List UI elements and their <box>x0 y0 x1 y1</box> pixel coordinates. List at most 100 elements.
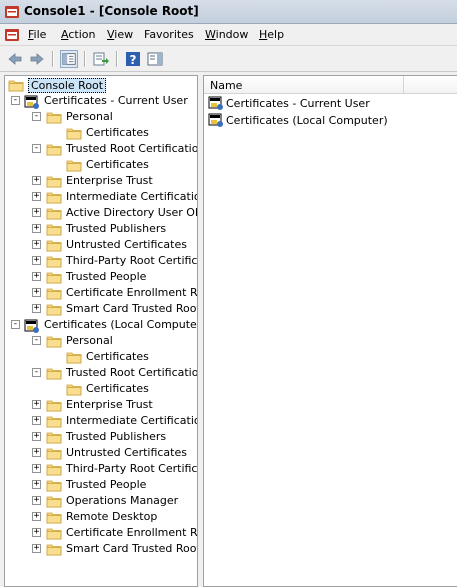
certificate-snapin-icon <box>208 96 223 110</box>
tree-item[interactable]: + Intermediate Certification Authorities <box>5 189 197 205</box>
tree-item[interactable]: + Third-Party Root Certification Authorit… <box>5 253 198 269</box>
expand-icon[interactable]: + <box>32 240 41 249</box>
expand-icon[interactable]: + <box>32 208 41 217</box>
expand-icon[interactable]: + <box>32 512 41 521</box>
certificate-snapin-icon <box>208 113 223 127</box>
tree-item-label: Trusted Root Certification Authorities <box>66 366 198 379</box>
results-pane[interactable]: Name Certificates - Current User Certifi… <box>203 75 457 587</box>
collapse-icon[interactable]: - <box>32 112 41 121</box>
folder-icon <box>66 382 82 396</box>
back-icon[interactable] <box>6 50 24 68</box>
expand-icon[interactable]: + <box>32 480 41 489</box>
menu-file[interactable]: File <box>28 28 46 41</box>
tree-item-label: Personal <box>66 110 113 123</box>
tree-item-label: Trusted Publishers <box>66 222 167 235</box>
tree-item-label: Certificates <box>86 126 149 139</box>
tree-item[interactable]: - Trusted Root Certification Authorities <box>5 141 197 157</box>
folder-icon <box>46 462 62 476</box>
tree-item[interactable]: Console Root <box>5 77 195 93</box>
tree-item[interactable]: Certificates <box>5 125 195 141</box>
show-hide-tree-icon[interactable] <box>60 50 78 68</box>
expand-icon[interactable]: + <box>32 224 41 233</box>
tree-item[interactable]: + Certificate Enrollment Requests <box>5 525 197 541</box>
collapse-icon[interactable]: - <box>32 144 41 153</box>
expand-icon[interactable]: + <box>32 272 41 281</box>
help-icon[interactable]: ? <box>124 50 142 68</box>
tree-item[interactable]: + Enterprise Trust <box>5 397 195 413</box>
collapse-icon[interactable]: - <box>32 336 41 345</box>
menu-help[interactable]: Help <box>259 28 284 41</box>
expand-icon[interactable]: + <box>32 528 41 537</box>
forward-icon[interactable] <box>28 50 46 68</box>
tree-item[interactable]: + Operations Manager <box>5 493 195 509</box>
menu-window[interactable]: Window <box>205 28 248 41</box>
tree-item-label: Smart Card Trusted Roots <box>66 302 198 315</box>
tree-item[interactable]: + Smart Card Trusted Roots <box>5 301 198 317</box>
toolbar-separator <box>84 51 86 67</box>
expand-icon[interactable]: + <box>32 432 41 441</box>
expand-icon[interactable]: + <box>32 544 41 553</box>
column-header-name[interactable]: Name <box>210 79 242 92</box>
tree-item[interactable]: + Third-Party Root Certification Authorit… <box>5 461 197 477</box>
tree-item[interactable]: Certificates <box>5 157 195 173</box>
tree-item[interactable]: Certificates <box>5 381 195 397</box>
tree-item-label: Certificate Enrollment Requests <box>66 286 198 299</box>
tree-item[interactable]: + Untrusted Certificates <box>5 445 195 461</box>
tree-item[interactable]: + Trusted People <box>5 477 195 493</box>
toolbar-separator <box>52 51 54 67</box>
tree-item[interactable]: + Remote Desktop <box>5 509 195 525</box>
folder-icon <box>46 510 62 524</box>
tree-item[interactable]: + Trusted Publishers <box>5 221 195 237</box>
export-list-icon[interactable] <box>92 50 110 68</box>
console-tree-pane[interactable]: Console Root - Certificates - Current User… <box>4 75 198 587</box>
tree-item[interactable]: + Active Directory User Object <box>5 205 197 221</box>
expand-icon[interactable]: + <box>32 496 41 505</box>
expand-icon[interactable]: + <box>32 256 41 265</box>
folder-icon <box>46 206 62 220</box>
expand-icon[interactable]: + <box>32 400 41 409</box>
expand-icon[interactable]: + <box>32 192 41 201</box>
tree-item[interactable]: Certificates <box>5 349 195 365</box>
tree-item-label: Intermediate Certification Authorities <box>66 414 197 427</box>
tree-item[interactable]: + Enterprise Trust <box>5 173 195 189</box>
tree-item-label: Smart Card Trusted Roots <box>66 542 198 555</box>
expand-icon[interactable]: + <box>32 464 41 473</box>
window-title: Console1 - [Console Root] <box>24 4 199 18</box>
menu-action[interactable]: Action <box>61 28 95 41</box>
collapse-icon[interactable]: - <box>11 320 20 329</box>
tree-item-label: Trusted People <box>66 270 147 283</box>
list-header: Name <box>204 76 457 94</box>
tree-item[interactable]: + Trusted Publishers <box>5 429 195 445</box>
collapse-icon[interactable]: - <box>32 368 41 377</box>
menu-view[interactable]: View <box>107 28 133 41</box>
tree-item[interactable]: + Smart Card Trusted Roots <box>5 541 198 557</box>
column-divider[interactable] <box>403 76 404 93</box>
tree-item[interactable]: + Untrusted Certificates <box>5 237 195 253</box>
tree-item[interactable]: - Certificates (Local Computer) <box>5 317 197 333</box>
folder-icon <box>46 254 62 268</box>
tree-item[interactable]: - Personal <box>5 333 195 349</box>
tree-item[interactable]: + Intermediate Certification Authorities <box>5 413 197 429</box>
collapse-icon[interactable]: - <box>11 96 20 105</box>
tree-item[interactable]: - Certificates - Current User <box>5 93 195 109</box>
folder-icon <box>46 286 62 300</box>
folder-icon <box>46 478 62 492</box>
folder-icon <box>46 222 62 236</box>
expand-icon[interactable]: + <box>32 448 41 457</box>
list-item-label: Certificates - Current User <box>226 97 370 110</box>
tree-item-label: Console Root <box>28 78 107 93</box>
tree-item[interactable]: + Trusted People <box>5 269 195 285</box>
menu-favorites[interactable]: Favorites <box>144 28 194 41</box>
tree-item-label: Third-Party Root Certification Authoriti… <box>66 254 198 267</box>
tree-item[interactable]: - Trusted Root Certification Authorities <box>5 365 198 381</box>
system-menu-icon[interactable] <box>4 27 20 43</box>
expand-icon[interactable]: + <box>32 176 41 185</box>
expand-icon[interactable]: + <box>32 416 41 425</box>
expand-icon[interactable]: + <box>32 304 41 313</box>
tree-item[interactable]: - Personal <box>5 109 195 125</box>
tree-item[interactable]: + Certificate Enrollment Requests <box>5 285 198 301</box>
action-pane-icon[interactable] <box>146 50 164 68</box>
expand-icon[interactable]: + <box>32 288 41 297</box>
certificate-snapin-icon <box>24 318 40 333</box>
mmc-app-icon[interactable] <box>4 4 20 20</box>
